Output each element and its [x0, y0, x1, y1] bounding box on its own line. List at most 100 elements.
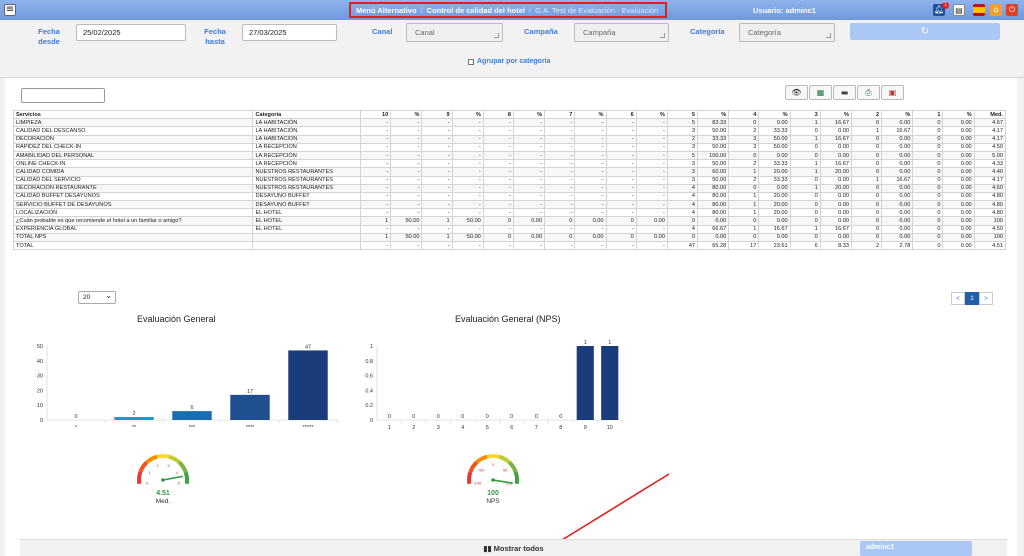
table-cell: 0 — [666, 232, 699, 243]
power-icon[interactable]: ⏻ — [1006, 4, 1018, 16]
column-header[interactable]: % — [758, 109, 791, 120]
table-cell: - — [544, 191, 576, 202]
table-cell: 0.00 — [881, 183, 914, 193]
table-cell: NUESTROS RESTAURANTES — [252, 175, 362, 185]
bar — [172, 411, 212, 420]
column-header[interactable]: 8 — [482, 109, 514, 120]
table-cell: 100.00 — [697, 150, 730, 161]
table-cell: 0.00 — [942, 175, 975, 185]
column-header[interactable]: 4 — [728, 109, 760, 120]
column-header[interactable]: 6 — [605, 109, 637, 120]
table-cell: 0 — [912, 118, 944, 128]
column-header[interactable]: % — [512, 109, 546, 120]
table-cell: 20.00 — [819, 183, 852, 193]
table-cell: 20.00 — [758, 167, 791, 177]
table-cell: - — [544, 142, 576, 152]
refresh-button[interactable]: ↻ — [850, 23, 1000, 40]
spain-flag-icon[interactable] — [973, 4, 985, 16]
table-cell: 4.67 — [973, 118, 1007, 128]
column-header[interactable]: % — [574, 109, 607, 120]
document-icon[interactable]: ▤ — [953, 4, 965, 16]
column-header[interactable]: % — [697, 109, 730, 120]
column-header[interactable]: 1 — [912, 109, 944, 120]
table-cell: - — [605, 142, 637, 152]
date-to-input[interactable]: 27/03/2025 — [242, 24, 337, 41]
table-cell: - — [451, 175, 484, 185]
column-header[interactable]: 5 — [666, 109, 699, 120]
page-button-current[interactable]: 1 — [965, 292, 979, 305]
campaign-select[interactable]: Campaña — [574, 23, 669, 42]
table-cell: 0.00 — [819, 142, 852, 152]
table-cell: 0.00 — [942, 200, 975, 210]
column-header[interactable]: % — [819, 109, 852, 120]
table-cell: 1 — [789, 224, 821, 234]
table-cell: 0 — [789, 150, 821, 161]
table-cell: EL HOTEL — [252, 208, 362, 218]
group-by-category[interactable]: Agrupar por categoría — [468, 58, 551, 65]
table-cell: 33.33 — [758, 126, 791, 136]
breadcrumb-item-quality-control[interactable]: Control de calidad del hotel — [427, 6, 525, 15]
table-cell: 20.00 — [758, 191, 791, 202]
table-cell: - — [390, 142, 423, 152]
column-header[interactable]: % — [881, 109, 914, 120]
table-cell: 0.00 — [635, 232, 668, 243]
show-all-button[interactable]: ▮▮ Mostrar todos — [20, 539, 1007, 556]
table-cell: 0.00 — [819, 175, 852, 185]
column-header[interactable]: Servicios — [12, 109, 254, 120]
data-label: 2 — [132, 411, 135, 417]
table-cell: 2 — [850, 240, 883, 251]
table-cell: 1 — [728, 200, 760, 210]
table-cell: - — [512, 183, 546, 193]
table-cell: - — [360, 118, 392, 128]
eye-icon[interactable]: 👁︎ — [785, 85, 808, 100]
table-cell: 80.00 — [697, 208, 730, 218]
x-tick-label: 4 — [461, 425, 464, 431]
column-header[interactable]: 7 — [544, 109, 576, 120]
table-cell: - — [635, 200, 668, 210]
channel-select[interactable]: Canal — [406, 23, 503, 42]
column-header[interactable]: Med. — [973, 109, 1007, 120]
column-header[interactable]: 3 — [789, 109, 821, 120]
data-label: 1 — [608, 340, 611, 346]
table-cell: - — [421, 191, 453, 202]
next-page-button[interactable]: > — [979, 292, 993, 305]
column-header[interactable]: 10 — [360, 109, 392, 120]
pdf-icon[interactable]: ▣ — [881, 85, 904, 100]
group-by-category-checkbox[interactable] — [468, 58, 474, 65]
data-label: 0 — [461, 414, 464, 420]
table-cell: 3 — [666, 175, 699, 185]
table-cell: CALIDAD COMIDA — [12, 167, 254, 177]
column-header[interactable]: % — [635, 109, 668, 120]
column-header[interactable]: 9 — [421, 109, 453, 120]
column-header[interactable]: Categoría — [252, 109, 362, 120]
y-tick-label: 10 — [37, 403, 43, 409]
table-cell: 33.33 — [758, 175, 791, 185]
table-cell: - — [451, 134, 484, 144]
column-header[interactable]: % — [451, 109, 484, 120]
hamburger-icon[interactable]: ≡ — [4, 4, 16, 16]
table-cell: 0.00 — [819, 150, 852, 161]
page-size-select[interactable]: 20 — [78, 290, 116, 304]
breadcrumb: Menú Alternativo / Control de calidad de… — [349, 2, 667, 18]
table-cell: 0.00 — [819, 191, 852, 202]
table-cell: 0 — [605, 216, 637, 226]
table-cell: 0 — [912, 240, 944, 251]
column-header[interactable]: 2 — [850, 109, 883, 120]
breadcrumb-item-menu[interactable]: Menú Alternativo — [356, 6, 417, 15]
date-from-input[interactable]: 25/02/2025 — [76, 24, 186, 41]
search-input[interactable] — [21, 88, 105, 103]
table-cell: 0 — [912, 224, 944, 234]
column-header[interactable]: % — [390, 109, 423, 120]
category-select[interactable]: Categoría — [739, 23, 835, 42]
table-cell: - — [605, 126, 637, 136]
excel-icon[interactable]: ▦ — [809, 85, 832, 100]
x-tick-label: 1 — [388, 425, 391, 431]
table-cell: - — [451, 150, 484, 161]
print-icon[interactable]: ▬ — [833, 85, 856, 100]
column-header[interactable]: % — [942, 109, 975, 120]
printer-alt-icon[interactable]: ⎙ — [857, 85, 880, 100]
prev-page-button[interactable]: < — [951, 292, 965, 305]
table-cell: 0.00 — [881, 167, 914, 177]
home-icon[interactable]: ⌂ — [990, 4, 1002, 16]
table-cell: LA HABITACIÓN — [252, 126, 362, 136]
